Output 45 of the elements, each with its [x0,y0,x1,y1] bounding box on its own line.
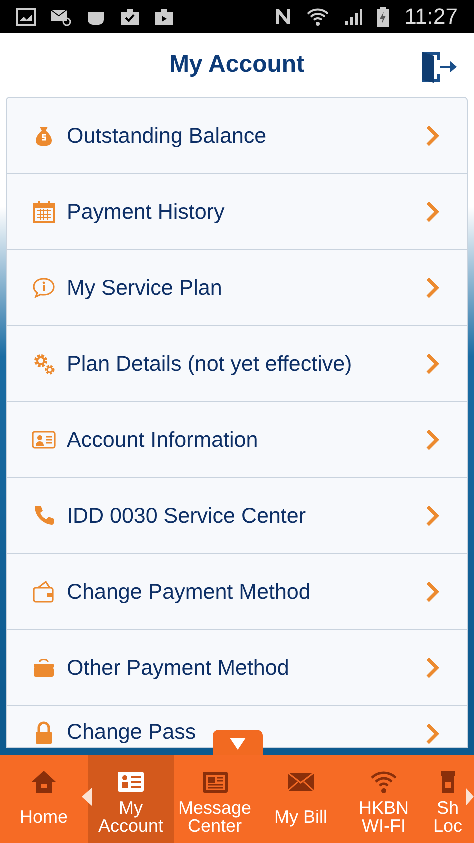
left-arrow-icon[interactable] [82,788,92,806]
menu-label: Payment History [67,198,225,224]
expand-tab[interactable] [213,730,263,757]
calendar-icon [31,200,57,224]
menu-label: Outstanding Balance [67,122,267,148]
chevron-icon [425,124,439,146]
page-title: My Account [169,50,305,80]
wifi-icon [306,6,329,26]
info-bubble-icon [31,276,57,300]
mail-icon [50,8,72,26]
chevron-icon [425,723,439,745]
right-arrow-icon[interactable] [466,788,474,806]
logout-icon[interactable] [420,50,458,84]
menu-label: Change Payment Method [67,578,311,604]
menu-item[interactable]: My Service Plan [7,250,467,326]
menu-label: Change Pass [67,719,196,745]
menu-item[interactable]: Payment History [7,174,467,250]
menu-label: Account Information [67,426,258,452]
menu-item[interactable]: Change Payment Method [7,554,467,630]
menu-item[interactable]: Plan Details (not yet effective) [7,326,467,402]
menu-label: IDD 0030 Service Center [67,502,306,528]
menu-label: My Service Plan [67,274,222,300]
clipboard-check-icon [120,8,140,26]
battery-icon [376,6,389,26]
gallery-icon [16,8,36,26]
chevron-icon [425,428,439,450]
menu-item[interactable]: Account Information [7,402,467,478]
triangle-icon [230,738,246,750]
nav-tab[interactable]: My Account [88,755,174,843]
wallet-icon [31,580,57,604]
menu-item[interactable]: Other Payment Method [7,630,467,706]
menu-item[interactable]: Change Pass [7,706,467,747]
menu-label: Plan Details (not yet effective) [67,350,352,376]
menu-item[interactable]: Outstanding Balance [7,98,467,174]
status-time: 11:27 [404,3,458,31]
menu-item[interactable]: IDD 0030 Service Center [7,478,467,554]
menu-label: Other Payment Method [67,654,290,680]
chevron-icon [425,276,439,298]
signal-icon [342,8,363,26]
chevron-icon [425,200,439,222]
chevron-icon [425,580,439,602]
chevron-icon [425,656,439,678]
chevron-icon [425,352,439,374]
clipboard-play-icon [154,8,174,26]
chevron-icon [425,504,439,526]
